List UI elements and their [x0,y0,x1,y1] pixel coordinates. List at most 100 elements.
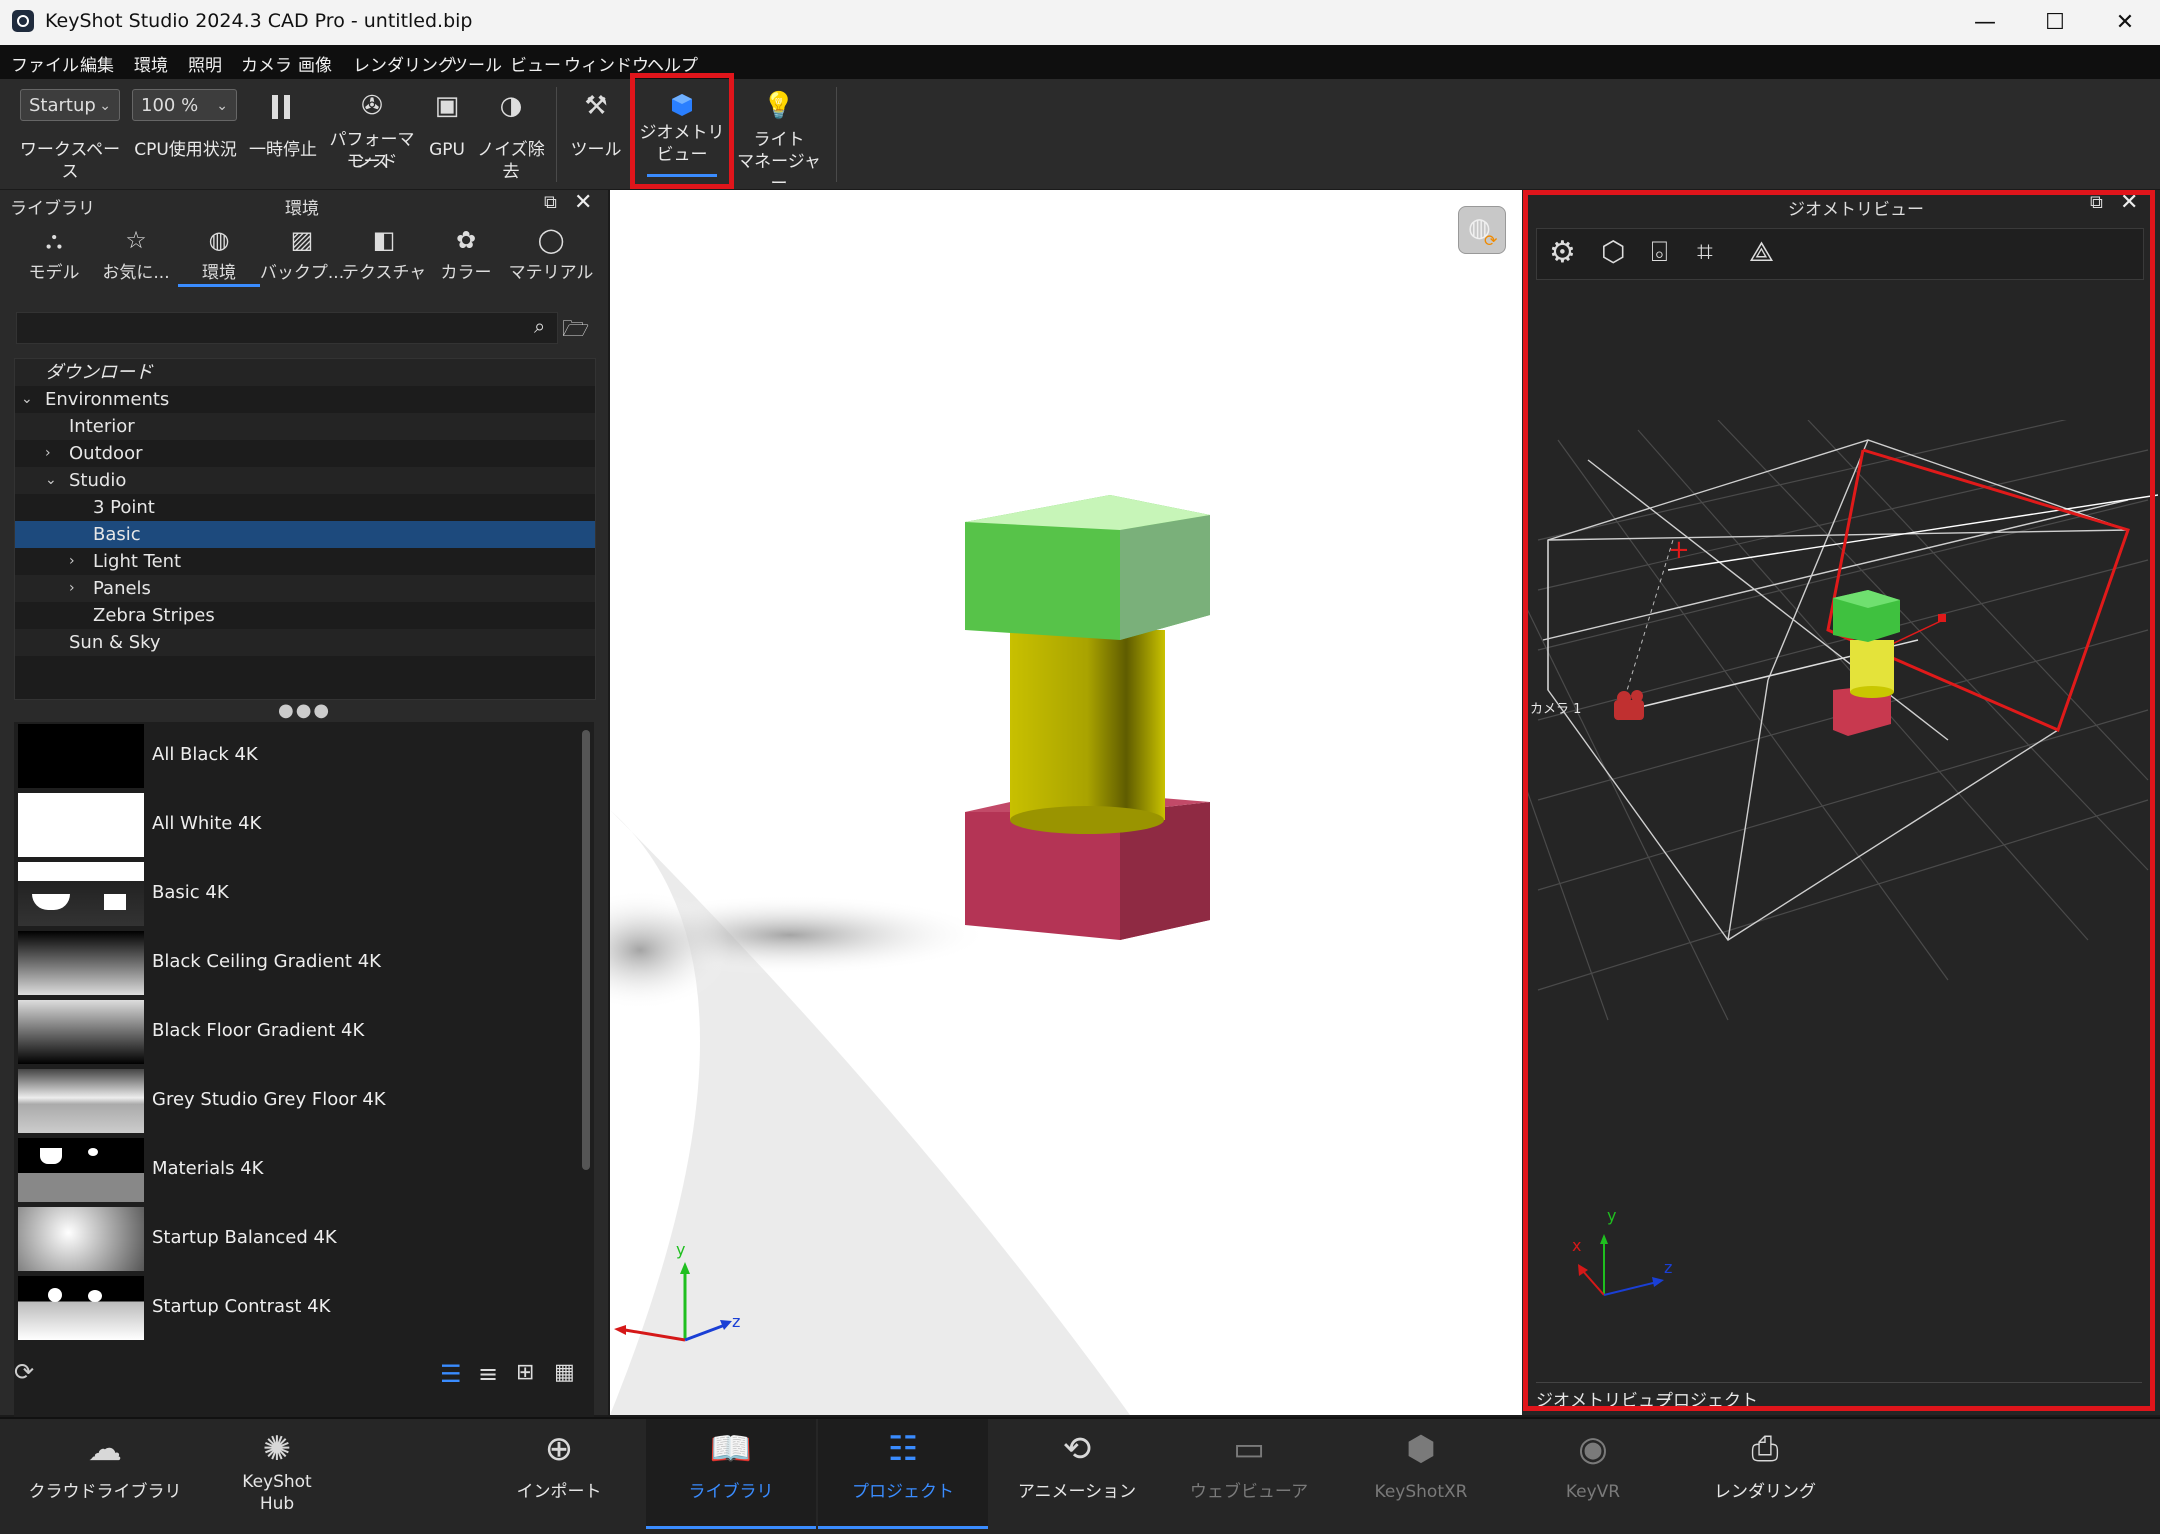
tree-item-panels[interactable]: › Panels [15,575,595,602]
tab-favorites[interactable]: ☆ お気に... [96,226,176,284]
geometry-view-highlight-frame [1523,190,2155,1411]
tab-materials-label: マテリアル [508,263,594,283]
cpu-usage-select[interactable]: 100 % ⌄ [132,89,237,121]
menu-render[interactable]: レンダリング [353,51,455,76]
tree-item-basic[interactable]: Basic [15,521,595,548]
list-item[interactable]: Startup Contrast 4K [14,1274,594,1340]
menu-image[interactable]: 画像 [298,51,332,76]
chevron-right-icon: › [45,445,51,461]
keyvr-button[interactable]: ◉ KeyVR [1508,1419,1678,1531]
performance-mode-label-2: モード [346,152,398,172]
refresh-icon[interactable]: ⟳ [14,1358,34,1386]
keyshot-hub-button[interactable]: ✺ KeyShot Hub [192,1419,362,1531]
list-item[interactable]: All Black 4K [14,722,594,788]
animation-button[interactable]: ⟲ アニメーション [992,1419,1162,1531]
undock-icon[interactable]: ⧉ [544,192,557,213]
tab-models[interactable]: ⛬ モデル [14,226,94,284]
item-label: Black Floor Gradient 4K [152,1020,365,1041]
bottom-dock: ☁ クラウドライブラリ ✺ KeyShot Hub ⊕ インポート 📖 ライブラ… [0,1417,2160,1534]
library-dock-button[interactable]: 📖 ライブラリ [646,1419,816,1529]
list-item[interactable]: Grey Studio Grey Floor 4K [14,1067,594,1133]
list-view-detail-icon[interactable]: ☰ [440,1360,462,1388]
menu-edit[interactable]: 編集 [80,51,114,76]
list-scrollbar[interactable] [582,730,590,1170]
render-viewport[interactable]: y z ◍ ⟳ [610,190,1522,1415]
library-section-title: 環境 [285,199,319,219]
close-button[interactable]: ✕ [2090,0,2160,45]
workspace-select[interactable]: Startup ⌄ [20,89,120,121]
denoise-icon: ◑ [499,91,523,121]
thumbnail-basic [18,862,144,926]
panel-splitter-handle[interactable]: ●●● [278,700,331,721]
small-grid-icon[interactable]: ⊞ [516,1360,534,1385]
tree-item-light-tent[interactable]: › Light Tent [15,548,595,575]
list-item[interactable]: Basic 4K [14,860,594,926]
tree-item-zebra-stripes[interactable]: Zebra Stripes [15,602,595,629]
minimize-button[interactable]: — [1950,0,2020,45]
large-grid-icon[interactable]: ▦ [554,1360,575,1385]
geometry-view-button[interactable]: ジオメトリ ビュー [630,73,734,189]
import-button[interactable]: ⊕ インポート [474,1419,644,1531]
sync-arrows-icon: ⟳ [1484,231,1498,250]
tools-icon: ⚒ [584,91,608,121]
library-search-input[interactable] [16,312,558,344]
tree-item-outdoor[interactable]: › Outdoor [15,440,595,467]
folder-import-icon[interactable]: 🗁 [562,312,589,350]
keyshotxr-label: KeyShotXR [1374,1482,1468,1502]
menu-lighting[interactable]: 照明 [188,51,222,76]
gpu-button[interactable]: ▣ GPU [425,87,469,187]
menu-view[interactable]: ビュー [510,51,561,76]
list-item[interactable]: Black Floor Gradient 4K [14,998,594,1064]
pause-button[interactable]: 一時停止 [248,87,318,187]
pause-label: 一時停止 [249,140,317,160]
tab-environments[interactable]: ◍ 環境 [178,226,260,287]
menu-file[interactable]: ファイル [11,51,79,76]
search-icon[interactable]: ⌕ [534,314,545,338]
tools-button[interactable]: ⚒ ツール [566,87,626,187]
denoise-button[interactable]: ◑ ノイズ除去 [470,87,552,187]
gpu-chip-icon: ▣ [434,91,460,121]
list-item[interactable]: All White 4K [14,791,594,857]
chevron-down-icon: ⌄ [21,391,33,407]
keyshotxr-button[interactable]: ⬢ KeyShotXR [1336,1419,1506,1531]
material-icon: ◯ [537,226,565,254]
tree-item-environments[interactable]: ⌄ Environments [15,386,595,413]
tab-backplates[interactable]: ▨ バックプ... [260,226,344,284]
tree-item-3-point[interactable]: 3 Point [15,494,595,521]
project-dock-button[interactable]: ☷ プロジェクト [818,1419,988,1529]
list-item[interactable]: Startup Balanced 4K [14,1205,594,1271]
window-title: KeyShot Studio 2024.3 CAD Pro - untitled… [45,10,473,32]
workspace-label: ワークスペース [19,140,121,182]
item-label: Grey Studio Grey Floor 4K [152,1089,386,1110]
environment-sync-button[interactable]: ◍ ⟳ [1458,206,1506,254]
keyshotxr-icon: ⬢ [1406,1429,1436,1469]
render-label: レンダリング [1714,1482,1816,1502]
render-button[interactable]: ⎙ レンダリング [1680,1419,1850,1531]
cpu-usage-value: 100 % [141,95,199,116]
maximize-button[interactable]: ☐ [2020,0,2090,45]
tree-item-sun-sky[interactable]: Sun & Sky [15,629,595,656]
close-panel-icon[interactable]: ✕ [574,190,592,215]
menu-environment[interactable]: 環境 [134,51,168,76]
list-item[interactable]: Black Ceiling Gradient 4K [14,929,594,995]
performance-mode-button[interactable]: ✇ パフォーマンス モード [322,87,422,187]
list-view-icon[interactable]: ≡ [478,1360,498,1388]
project-icon: ☷ [887,1429,919,1469]
item-label: Materials 4K [152,1158,264,1179]
web-viewer-label: ウェブビューア [1189,1482,1309,1502]
menu-tools[interactable]: ツール [451,51,502,76]
tab-materials[interactable]: ◯ マテリアル [508,226,594,284]
search-text-field[interactable] [17,313,557,343]
tree-item-interior[interactable]: Interior [15,413,595,440]
tree-item-studio[interactable]: ⌄ Studio [15,467,595,494]
animation-label: アニメーション [1017,1482,1137,1502]
web-viewer-button[interactable]: ▭ ウェブビューア [1164,1419,1334,1531]
cloud-library-button[interactable]: ☁ クラウドライブラリ [20,1419,190,1531]
tree-item-downloads[interactable]: ダウンロード [15,359,595,386]
tools-label: ツール [570,140,622,160]
menu-camera[interactable]: カメラ [241,51,292,76]
tab-textures[interactable]: ◧ テクスチャ [342,226,426,284]
light-manager-button[interactable]: 💡 ライト マネージャー [735,87,823,194]
list-item[interactable]: Materials 4K [14,1136,594,1202]
tab-colors[interactable]: ✿ カラー [426,226,506,284]
